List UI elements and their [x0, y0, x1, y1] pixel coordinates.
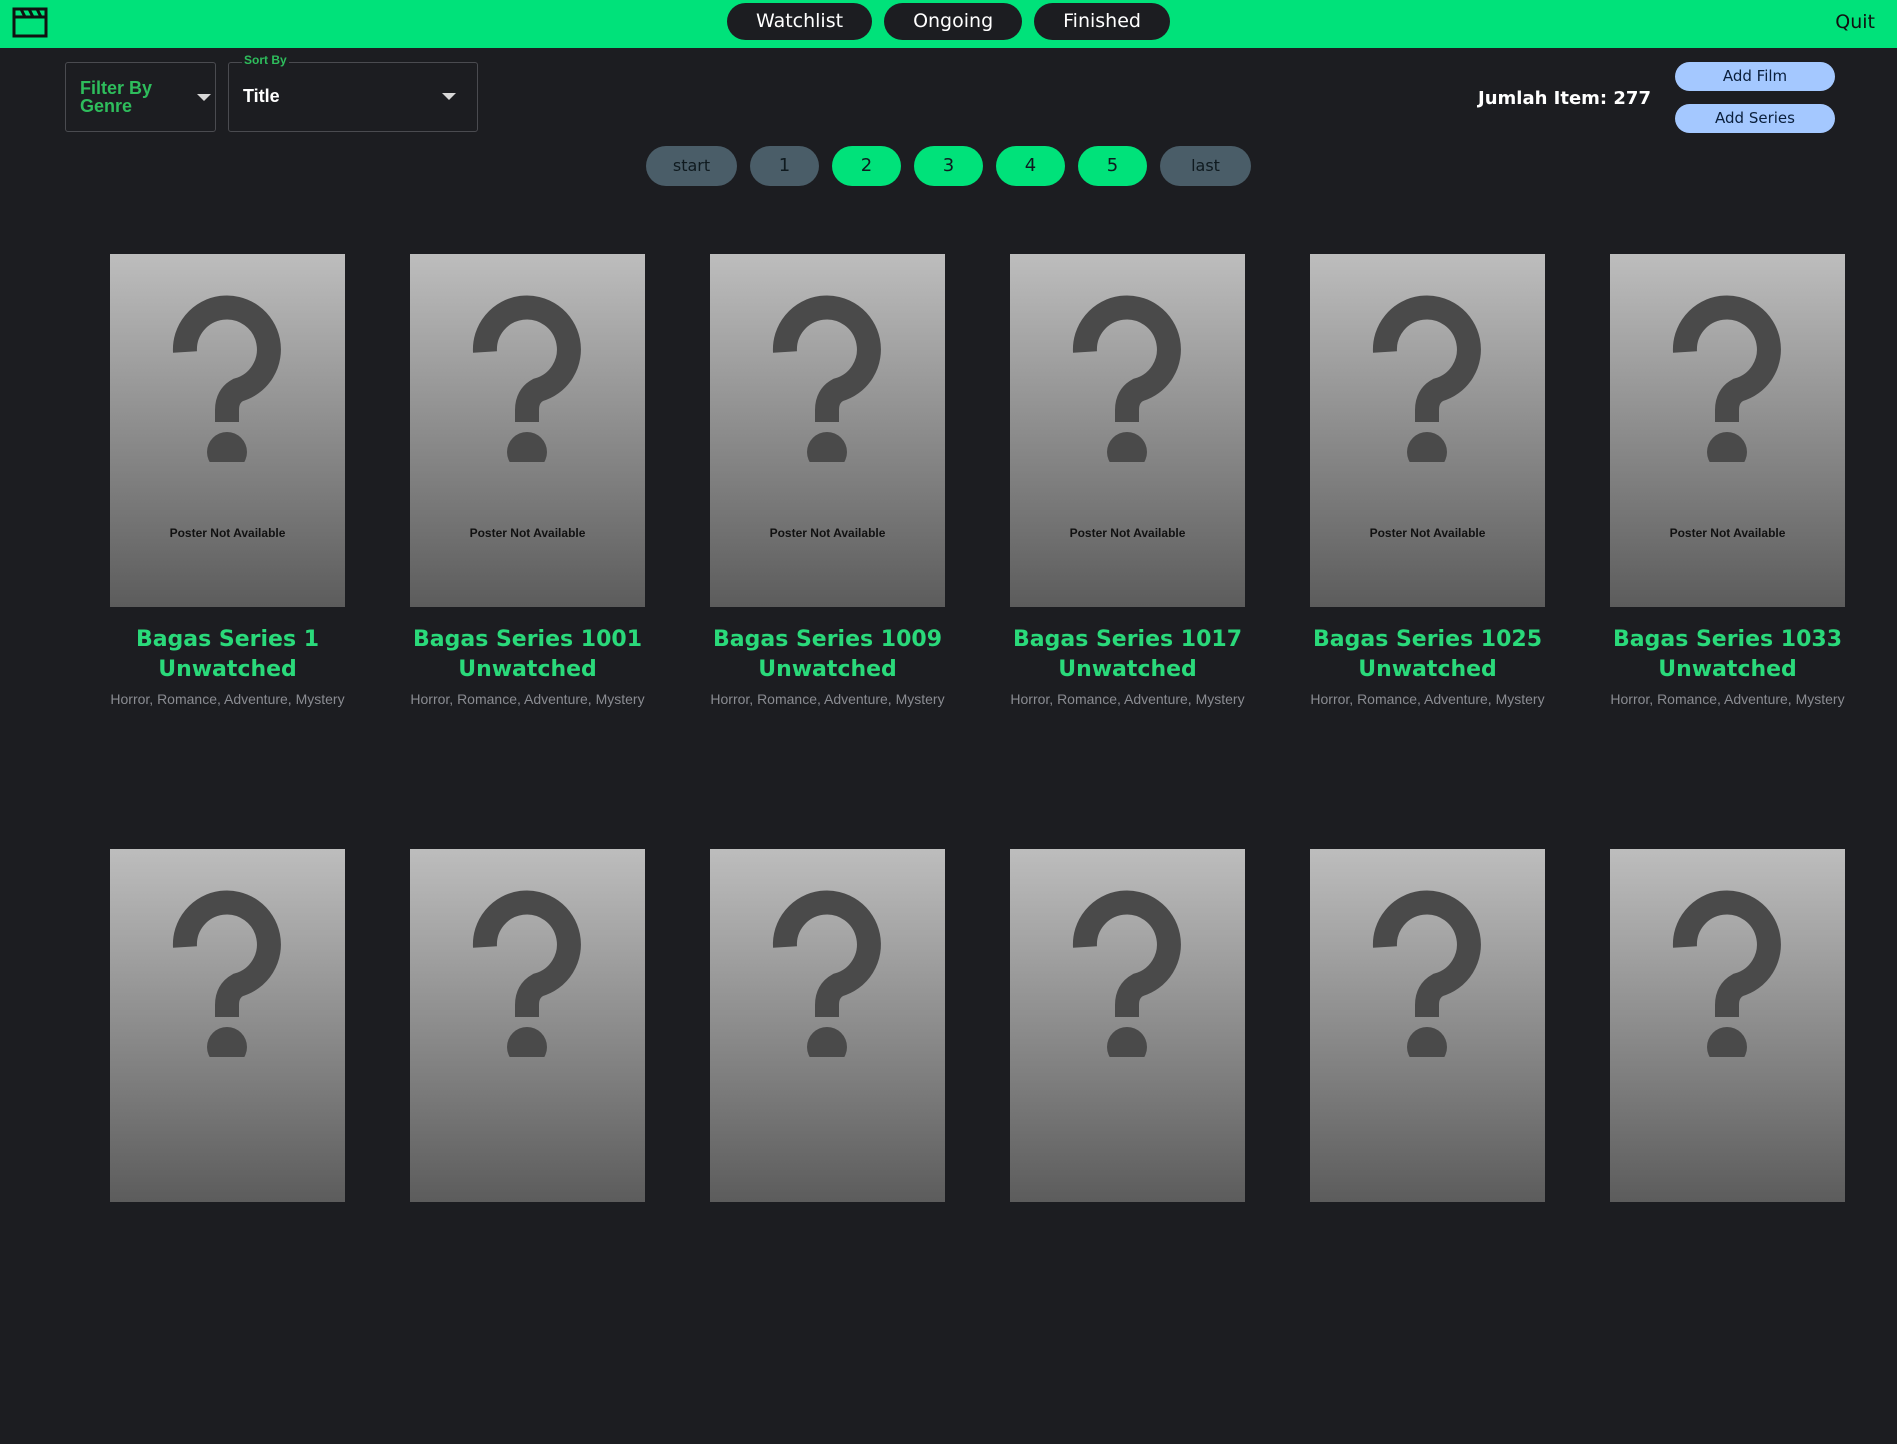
series-card[interactable]	[1010, 849, 1245, 1444]
series-title: Bagas Series 1017	[1012, 627, 1243, 652]
sort-select[interactable]: Sort By Title	[228, 53, 478, 132]
genre-filter-label: Filter By Genre	[80, 78, 153, 116]
question-mark-icon	[472, 295, 581, 462]
add-series-button[interactable]: Add Series	[1675, 104, 1835, 133]
page-2-button[interactable]: 2	[832, 146, 901, 186]
top-bar: Watchlist Ongoing Finished Quit	[0, 0, 1897, 48]
question-mark-icon	[1072, 890, 1181, 1057]
series-card[interactable]: Poster Not Available Bagas Series 1 Unwa…	[110, 254, 345, 849]
question-mark-icon	[1372, 890, 1481, 1057]
series-status: Unwatched	[158, 657, 297, 682]
series-title: Bagas Series 1025	[1312, 627, 1543, 652]
question-mark-icon	[172, 295, 281, 462]
poster-not-available-text: Poster Not Available	[169, 526, 286, 540]
poster-placeholder: Poster Not Available	[1010, 254, 1245, 607]
poster-not-available-text: Poster Not Available	[1669, 526, 1786, 540]
question-mark-icon	[172, 890, 281, 1057]
series-status: Unwatched	[458, 657, 597, 682]
poster-not-available-text: Poster Not Available	[769, 526, 886, 540]
question-mark-icon	[1072, 295, 1181, 462]
series-grid: Poster Not Available Bagas Series 1 Unwa…	[110, 254, 1845, 1444]
series-card[interactable]: Poster Not Available Bagas Series 1009 U…	[710, 254, 945, 849]
page-4-button[interactable]: 4	[996, 146, 1065, 186]
poster-placeholder	[710, 849, 945, 1202]
series-card[interactable]	[1610, 849, 1845, 1444]
series-card[interactable]	[410, 849, 645, 1444]
series-genres: Horror, Romance, Adventure, Mystery	[110, 691, 345, 707]
poster-placeholder: Poster Not Available	[110, 254, 345, 607]
page-start-button[interactable]: start	[646, 146, 737, 186]
series-status: Unwatched	[1358, 657, 1497, 682]
series-title: Bagas Series 1001	[412, 627, 643, 652]
series-status: Unwatched	[758, 657, 897, 682]
poster-not-available-text: Poster Not Available	[1069, 526, 1186, 540]
series-card[interactable]: Poster Not Available Bagas Series 1033 U…	[1610, 254, 1845, 849]
page-last-button[interactable]: last	[1160, 146, 1251, 186]
clapperboard-icon[interactable]	[12, 6, 48, 38]
question-mark-icon	[1672, 890, 1781, 1057]
main-nav: Watchlist Ongoing Finished	[0, 3, 1897, 40]
genre-filter-select[interactable]: Filter By Genre	[65, 62, 216, 132]
poster-placeholder: Poster Not Available	[710, 254, 945, 607]
question-mark-icon	[472, 890, 581, 1057]
poster-placeholder	[1610, 849, 1845, 1202]
poster-placeholder	[1310, 849, 1545, 1202]
chevron-down-icon	[197, 94, 211, 101]
series-card[interactable]	[110, 849, 345, 1444]
question-mark-icon	[772, 890, 881, 1057]
series-card[interactable]: Poster Not Available Bagas Series 1025 U…	[1310, 254, 1545, 849]
question-mark-icon	[772, 295, 881, 462]
page-1-button[interactable]: 1	[750, 146, 819, 186]
series-title: Bagas Series 1033	[1612, 627, 1843, 652]
series-genres: Horror, Romance, Adventure, Mystery	[710, 691, 945, 707]
pagination: start 1 2 3 4 5 last	[0, 146, 1897, 186]
quit-button[interactable]: Quit	[1835, 11, 1875, 33]
poster-placeholder: Poster Not Available	[410, 254, 645, 607]
poster-placeholder: Poster Not Available	[1310, 254, 1545, 607]
nav-finished-button[interactable]: Finished	[1034, 3, 1170, 40]
page-3-button[interactable]: 3	[914, 146, 983, 186]
item-count: Jumlah Item: 277	[1478, 88, 1651, 109]
chevron-down-icon	[442, 93, 456, 100]
series-genres: Horror, Romance, Adventure, Mystery	[1610, 691, 1845, 707]
series-title: Bagas Series 1	[135, 627, 320, 652]
page-5-button[interactable]: 5	[1078, 146, 1147, 186]
series-genres: Horror, Romance, Adventure, Mystery	[410, 691, 645, 707]
series-card[interactable]: Poster Not Available Bagas Series 1017 U…	[1010, 254, 1245, 849]
sort-value: Title	[243, 86, 280, 106]
question-mark-icon	[1372, 295, 1481, 462]
question-mark-icon	[1672, 295, 1781, 462]
series-status: Unwatched	[1058, 657, 1197, 682]
nav-watchlist-button[interactable]: Watchlist	[727, 3, 873, 40]
poster-placeholder	[410, 849, 645, 1202]
series-card[interactable]	[710, 849, 945, 1444]
poster-placeholder	[110, 849, 345, 1202]
poster-not-available-text: Poster Not Available	[469, 526, 586, 540]
series-card[interactable]	[1310, 849, 1545, 1444]
poster-not-available-text: Poster Not Available	[1369, 526, 1486, 540]
poster-placeholder: Poster Not Available	[1610, 254, 1845, 607]
series-card[interactable]: Poster Not Available Bagas Series 1001 U…	[410, 254, 645, 849]
sort-label: Sort By	[242, 53, 289, 67]
add-film-button[interactable]: Add Film	[1675, 62, 1835, 91]
series-genres: Horror, Romance, Adventure, Mystery	[1010, 691, 1245, 707]
series-title: Bagas Series 1009	[712, 627, 943, 652]
series-genres: Horror, Romance, Adventure, Mystery	[1310, 691, 1545, 707]
series-status: Unwatched	[1658, 657, 1797, 682]
nav-ongoing-button[interactable]: Ongoing	[884, 3, 1023, 40]
poster-placeholder	[1010, 849, 1245, 1202]
